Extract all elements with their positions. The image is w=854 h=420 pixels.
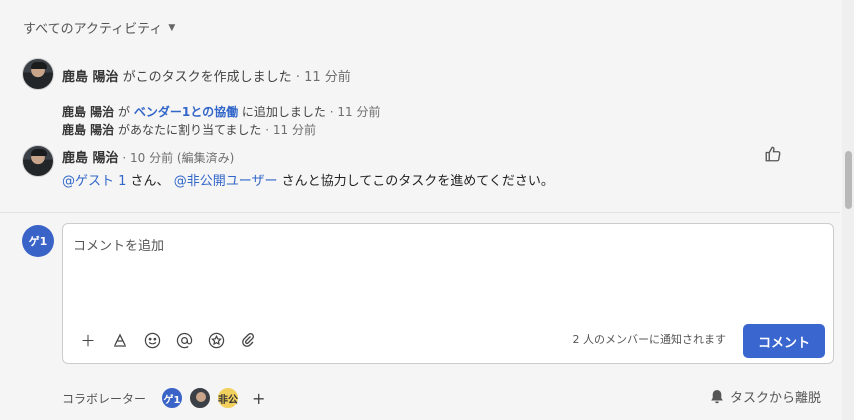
- activity-assigned: 鹿島 陽治 があなたに割り当てました · 11 分前: [62, 121, 316, 138]
- star-icon[interactable]: [205, 329, 227, 351]
- comment-header: 鹿島 陽治 · 10 分前 (編集済み): [62, 147, 234, 166]
- activity-time: · 11 分前: [329, 105, 381, 119]
- divider: [0, 212, 840, 213]
- text-format-icon[interactable]: [109, 329, 131, 351]
- comment-meta: · 10 分前 (編集済み): [122, 151, 235, 165]
- scrollbar[interactable]: [842, 0, 854, 420]
- activity-filter-label: すべてのアクティビティ: [23, 22, 163, 37]
- comment-body: @ゲスト 1 さん、 @非公開ユーザー さんと協力してこのタスクを進めてください…: [62, 170, 554, 189]
- activity-author[interactable]: 鹿島 陽治: [62, 70, 119, 85]
- comment-text: さんと協力してこのタスクを進めてください。: [281, 174, 554, 189]
- comment-author[interactable]: 鹿島 陽治: [62, 151, 119, 166]
- paperclip-icon[interactable]: [237, 329, 259, 351]
- mention-guest[interactable]: @ゲスト 1: [62, 174, 126, 189]
- collaborators-label: コラボレーター: [62, 391, 147, 406]
- activity-filter-dropdown[interactable]: すべてのアクティビティ ▼: [23, 18, 175, 37]
- collaborator-avatar[interactable]: 非公: [216, 386, 241, 410]
- comment-input[interactable]: コメントを追加: [73, 235, 164, 254]
- activity-added: 鹿島 陽治 が ベンダー1との協働 に追加しました · 11 分前: [62, 103, 380, 120]
- activity-created: 鹿島 陽治 がこのタスクを作成しました · 11 分前: [62, 66, 351, 85]
- composer-toolbar: ＋: [77, 329, 259, 351]
- comment-text: さん、: [130, 174, 170, 189]
- mention-icon[interactable]: [173, 329, 195, 351]
- current-user-avatar: ゲ1: [22, 225, 54, 257]
- scrollbar-thumb[interactable]: [845, 151, 852, 209]
- add-collaborator-button[interactable]: +: [252, 389, 265, 408]
- notify-text: 2 人のメンバーに通知されます: [572, 333, 727, 346]
- mention-private-user[interactable]: @非公開ユーザー: [174, 174, 278, 189]
- chevron-down-icon: ▼: [168, 22, 176, 33]
- activity-author[interactable]: 鹿島 陽治: [62, 123, 114, 137]
- plus-icon[interactable]: ＋: [77, 329, 99, 351]
- activity-text: が: [118, 105, 131, 119]
- avatar[interactable]: [22, 145, 54, 177]
- avatar[interactable]: [22, 58, 54, 90]
- project-link[interactable]: ベンダー1との協働: [134, 105, 238, 119]
- activity-text: がこのタスクを作成しました: [122, 70, 292, 85]
- leave-task-label: タスクから離脱: [729, 391, 821, 406]
- collaborator-avatar[interactable]: [188, 386, 213, 410]
- thumbs-up-icon[interactable]: [764, 145, 782, 163]
- comment-composer[interactable]: コメントを追加 ＋ 2 人のメンバーに通知されます コメント: [62, 223, 834, 364]
- collaborator-avatar[interactable]: ゲ1: [160, 386, 185, 410]
- activity-text: に追加しました: [241, 105, 326, 119]
- comment-submit-button[interactable]: コメント: [743, 324, 825, 358]
- emoji-icon[interactable]: [141, 329, 163, 351]
- activity-time: · 11 分前: [265, 123, 316, 137]
- activity-time: · 11 分前: [295, 70, 351, 85]
- activity-author[interactable]: 鹿島 陽治: [62, 105, 114, 119]
- leave-task-button[interactable]: タスクから離脱: [710, 387, 821, 406]
- bell-icon: [711, 390, 723, 404]
- activity-text: があなたに割り当てました: [118, 123, 262, 137]
- collaborators: コラボレーター ゲ1 非公 +: [62, 386, 265, 410]
